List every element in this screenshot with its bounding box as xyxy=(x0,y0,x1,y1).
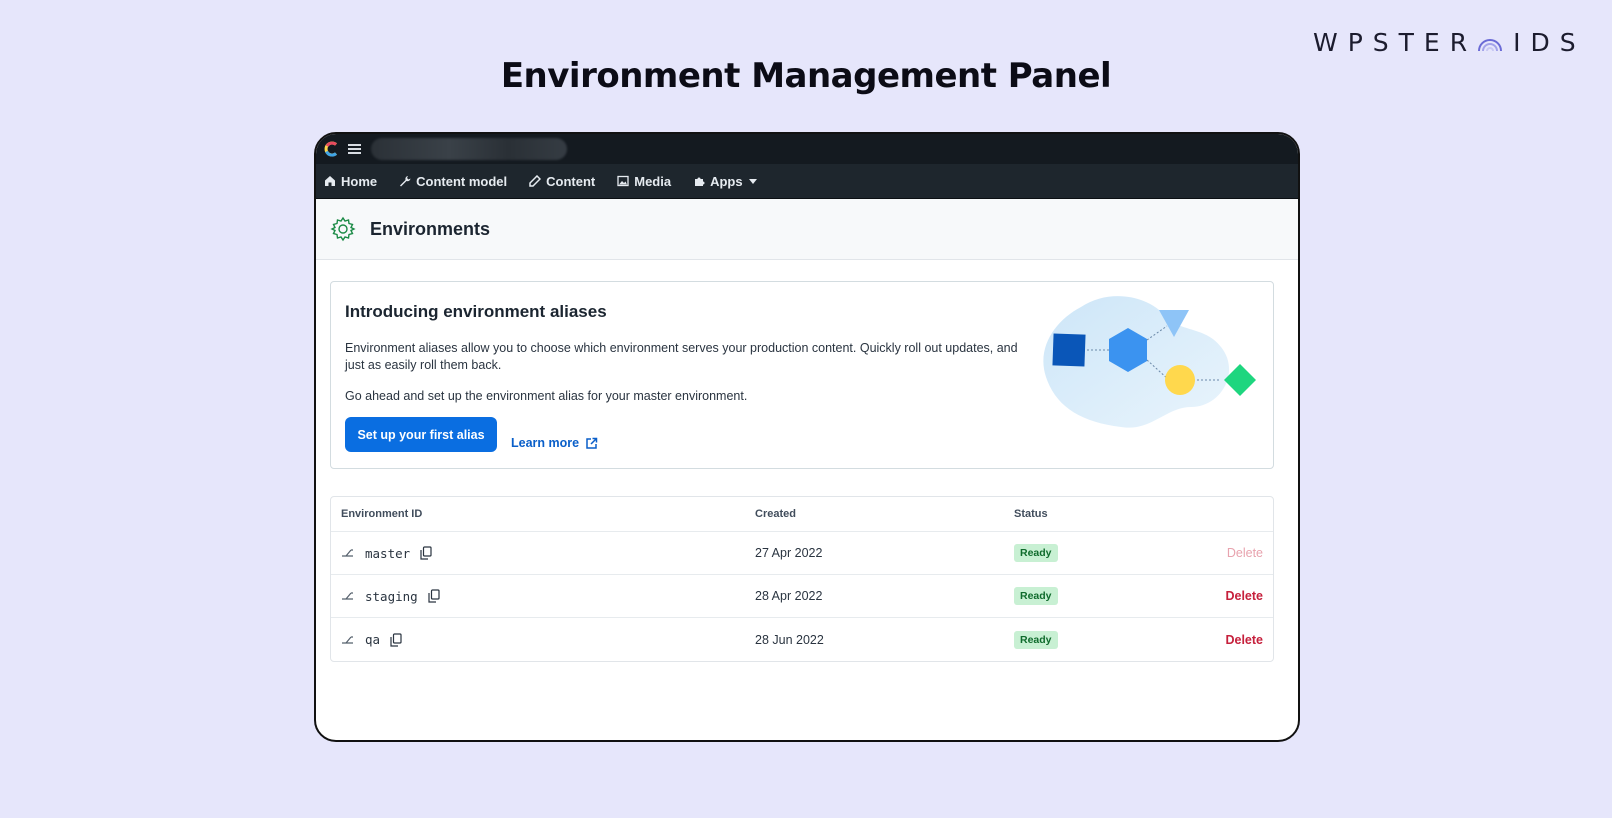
space-selector[interactable] xyxy=(371,138,567,160)
app-window: Home Content model Content Media Apps En xyxy=(314,132,1300,742)
intro-card: Introducing environment aliases Environm… xyxy=(330,281,1274,469)
environment-id-cell: staging xyxy=(341,589,440,604)
brand-logo-text-right: IDS xyxy=(1513,27,1586,57)
status-badge: Ready xyxy=(1014,630,1058,649)
column-header-status: Status xyxy=(1014,508,1048,520)
table-row: qa 28 Jun 2022 Ready Delete xyxy=(331,618,1273,661)
nav-item-media[interactable]: Media xyxy=(617,174,671,189)
status-cell: Ready xyxy=(1014,587,1058,605)
copy-icon[interactable] xyxy=(390,632,402,647)
pen-icon xyxy=(529,175,542,187)
table-row: master 27 Apr 2022 Ready Delete xyxy=(331,532,1273,575)
branch-icon xyxy=(342,549,353,557)
environment-id: staging xyxy=(365,588,418,604)
learn-more-label: Learn more xyxy=(511,436,580,450)
column-header-environment-id: Environment ID xyxy=(341,508,423,520)
table-header-row: Environment ID Created Status xyxy=(331,497,1273,532)
environment-id-cell: qa xyxy=(341,632,402,647)
section-header: Environments xyxy=(316,199,1298,260)
intro-instruction: Go ahead and set up the environment alia… xyxy=(345,389,748,403)
image-icon xyxy=(617,175,629,187)
setup-alias-button[interactable]: Set up your first alias xyxy=(345,417,497,452)
page-title: Environment Management Panel xyxy=(500,56,1112,96)
nav-item-apps[interactable]: Apps xyxy=(693,174,757,189)
puzzle-icon xyxy=(695,177,705,186)
created-date: 27 Apr 2022 xyxy=(755,546,823,560)
copy-icon[interactable] xyxy=(420,546,432,560)
aliases-illustration xyxy=(1043,296,1256,428)
nav-item-label: Media xyxy=(634,173,672,189)
gear-icon xyxy=(330,216,356,242)
branch-icon xyxy=(342,592,353,600)
wrench-icon xyxy=(400,176,411,187)
delete-button[interactable]: Delete xyxy=(1225,633,1263,647)
nav-item-label: Content xyxy=(546,173,596,189)
top-bar xyxy=(316,134,1298,164)
learn-more-link[interactable]: Learn more xyxy=(511,436,598,450)
intro-title: Introducing environment aliases xyxy=(345,302,607,321)
environments-table: Environment ID Created Status master 27 … xyxy=(330,496,1274,662)
status-cell: Ready xyxy=(1014,544,1058,562)
intro-description: Environment aliases allow you to choose … xyxy=(345,341,1018,372)
copy-icon[interactable] xyxy=(428,589,440,603)
chevron-down-icon xyxy=(748,178,757,184)
app-logo-icon[interactable] xyxy=(324,141,340,157)
nav-item-label: Home xyxy=(341,173,378,189)
external-link-icon xyxy=(586,437,598,449)
status-badge: Ready xyxy=(1014,544,1058,562)
delete-button[interactable]: Delete xyxy=(1225,589,1263,603)
nav-item-home[interactable]: Home xyxy=(324,174,377,189)
created-date: 28 Jun 2022 xyxy=(755,632,824,647)
branch-icon xyxy=(342,635,353,644)
environment-id: qa xyxy=(365,632,381,647)
created-date: 28 Apr 2022 xyxy=(755,589,823,603)
brand-ring-icon xyxy=(1478,39,1503,52)
nav-item-content-model[interactable]: Content model xyxy=(399,174,507,189)
home-icon xyxy=(325,176,335,186)
column-header-created: Created xyxy=(755,508,796,520)
section-title: Environments xyxy=(370,218,491,239)
environment-id-cell: master xyxy=(341,546,432,561)
brand-logo-text-left: WPSTER xyxy=(1313,27,1478,57)
menu-icon[interactable] xyxy=(348,144,361,154)
environment-id: master xyxy=(365,545,411,561)
table-row: staging 28 Apr 2022 Ready Delete xyxy=(331,575,1273,618)
status-cell: Ready xyxy=(1014,630,1058,649)
nav-item-label: Content model xyxy=(416,173,508,189)
status-badge: Ready xyxy=(1014,587,1058,605)
brand-logo: WPSTER IDS xyxy=(1313,27,1586,57)
main-nav: Home Content model Content Media Apps xyxy=(316,164,1298,199)
delete-button[interactable]: Delete xyxy=(1227,546,1263,560)
nav-item-content[interactable]: Content xyxy=(529,174,595,189)
nav-item-label: Apps xyxy=(710,173,743,189)
